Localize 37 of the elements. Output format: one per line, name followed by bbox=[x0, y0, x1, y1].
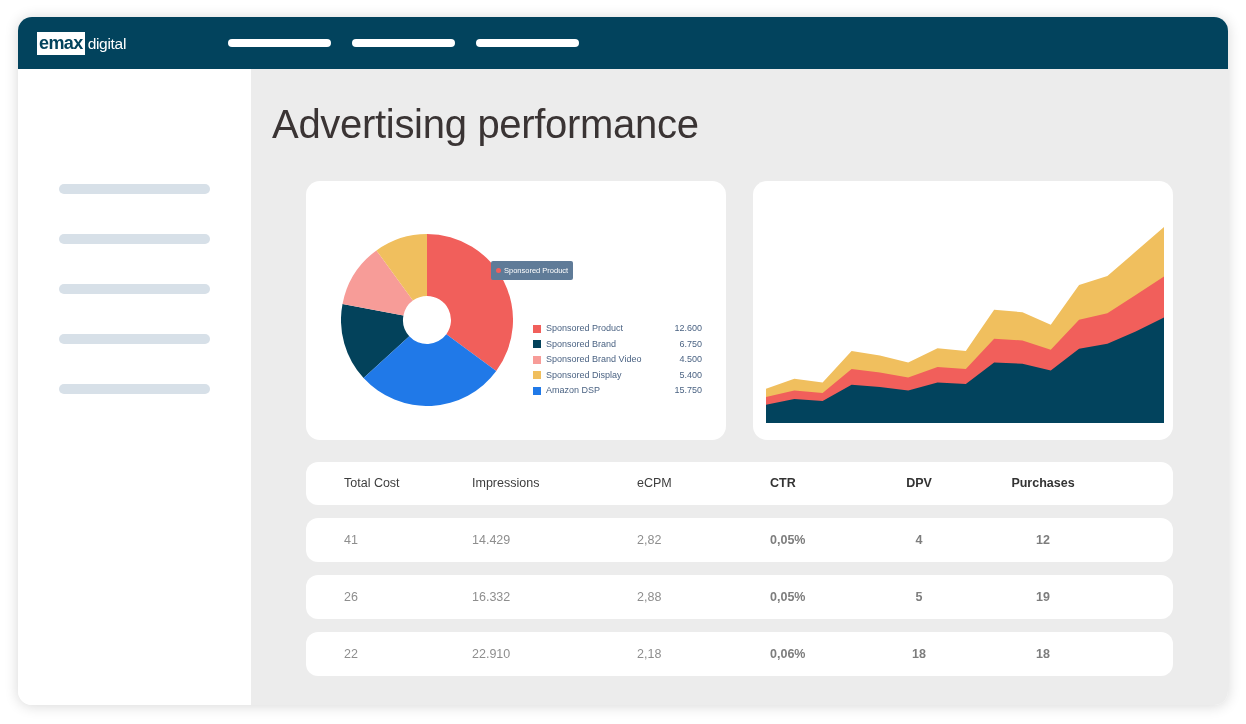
legend-value: 15.750 bbox=[674, 385, 702, 397]
table-cell-text: 18 bbox=[912, 645, 926, 663]
table-cell-text: 26 bbox=[344, 588, 358, 606]
column-header: Impressions bbox=[472, 475, 540, 493]
logo-mark: emax bbox=[37, 31, 85, 55]
column-header: DPV bbox=[906, 475, 932, 493]
table-cell-text: 41 bbox=[344, 531, 358, 549]
table-cell-text: 0,05% bbox=[770, 531, 806, 549]
legend-label: Sponsored Display bbox=[546, 369, 623, 381]
column-header: CTR bbox=[770, 475, 796, 493]
legend-label: Sponsored Brand bbox=[546, 338, 618, 350]
table-cell-text: 4 bbox=[915, 531, 923, 549]
table-cell-text: 5 bbox=[915, 588, 923, 606]
legend-value: 4.500 bbox=[679, 354, 702, 366]
legend-label: Sponsored Brand Video bbox=[546, 354, 643, 366]
column-header: eCPM bbox=[637, 475, 672, 493]
table-cell-text: 22.910 bbox=[472, 645, 511, 663]
table-cell-text: 0,05% bbox=[770, 588, 806, 606]
legend-label: Amazon DSP bbox=[546, 385, 602, 397]
column-header: Total Cost bbox=[344, 475, 400, 493]
legend-value: 12.600 bbox=[674, 323, 702, 335]
table-cell-text: 14.429 bbox=[472, 531, 511, 549]
table-cell-text: 12 bbox=[1036, 531, 1050, 549]
legend-label: Sponsored Product bbox=[546, 323, 625, 335]
legend-value: 6.750 bbox=[679, 338, 702, 350]
table-cell-text: 2,88 bbox=[637, 588, 662, 606]
table-cell-text: 19 bbox=[1036, 588, 1050, 606]
table-cell-text: 16.332 bbox=[472, 588, 511, 606]
page-title: Advertising performance bbox=[272, 101, 699, 148]
table-cell-text: 2,18 bbox=[637, 645, 662, 663]
table-cell-text: 18 bbox=[1036, 645, 1050, 663]
column-header: Purchases bbox=[1011, 475, 1075, 493]
legend-value: 5.400 bbox=[679, 369, 702, 381]
table-cell-text: 2,82 bbox=[637, 531, 662, 549]
table-cell-text: 22 bbox=[344, 645, 358, 663]
table-cell-text: 0,06% bbox=[770, 645, 806, 663]
logo-text: digital bbox=[87, 33, 127, 54]
